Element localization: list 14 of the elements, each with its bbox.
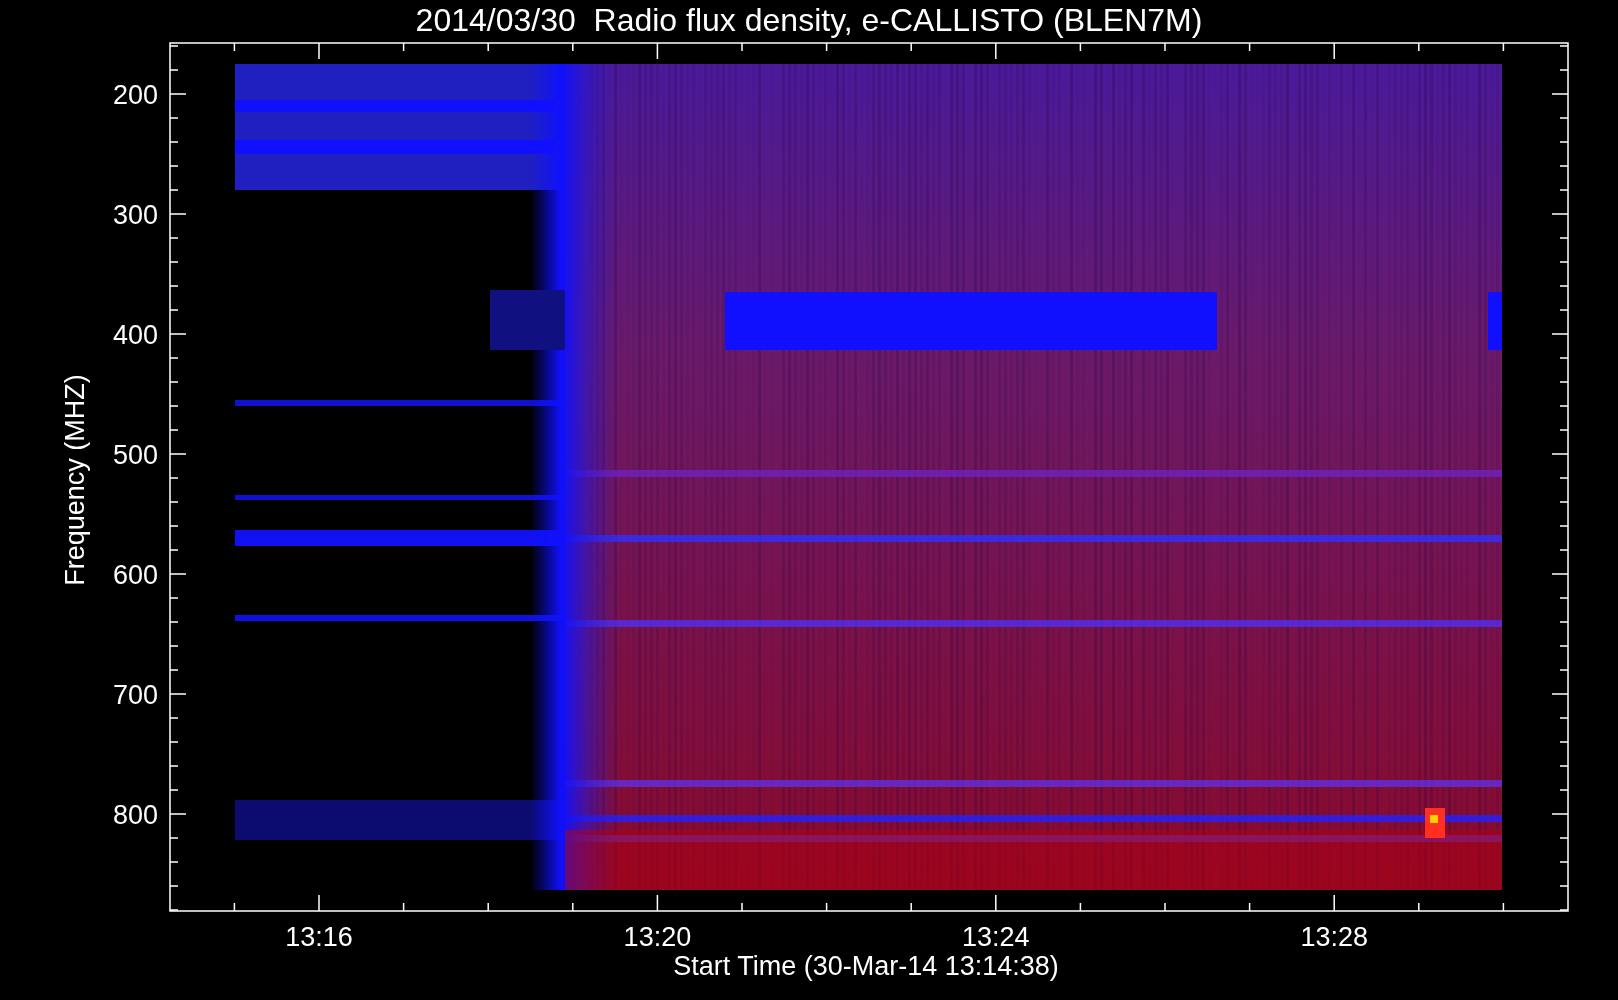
y-tick-label: 300 — [112, 200, 158, 230]
x-tick-label: 13:20 — [623, 922, 692, 952]
y-tick-label: 700 — [112, 680, 158, 710]
y-axis-label: Frequency (MHZ) — [60, 374, 90, 586]
x-tick-label: 13:16 — [285, 922, 353, 952]
y-tick-label: 500 — [112, 440, 158, 470]
x-axis-label: Start Time (30-Mar-14 13:14:38) — [673, 951, 1059, 981]
y-tick-label: 400 — [112, 320, 158, 350]
x-tick-label: 13:24 — [962, 922, 1030, 952]
y-tick-label: 600 — [112, 560, 158, 590]
x-tick-label: 13:28 — [1300, 922, 1368, 952]
y-tick-label: 200 — [112, 80, 158, 110]
chart-title: 2014/03/30 Radio flux density, e-CALLISTO (BLEN7M) — [415, 2, 1203, 38]
y-tick-label: 800 — [112, 800, 158, 830]
